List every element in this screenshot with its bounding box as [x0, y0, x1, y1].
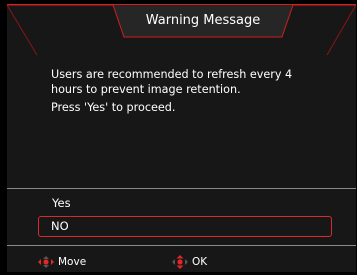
warning-message: Users are recommended to refresh every 4…: [51, 68, 341, 120]
warning-dialog: Warning Message Users are recommended to…: [7, 4, 356, 272]
message-instruction: Press 'Yes' to proceed.: [51, 101, 176, 114]
message-line: Users are recommended to refresh every 4…: [51, 68, 293, 96]
option-no[interactable]: NO: [38, 216, 332, 237]
move-hint: Move: [37, 255, 86, 269]
dpad-left-right-icon: [37, 255, 55, 269]
option-yes[interactable]: Yes: [38, 194, 332, 215]
ok-hint: OK: [171, 255, 207, 269]
dpad-up-down-icon: [171, 255, 189, 269]
ok-label: OK: [192, 256, 208, 268]
move-label: Move: [58, 256, 87, 268]
divider: [7, 188, 356, 189]
dialog-title: Warning Message: [145, 13, 261, 28]
footer-hints: Move OK: [7, 253, 356, 273]
divider: [7, 245, 356, 246]
